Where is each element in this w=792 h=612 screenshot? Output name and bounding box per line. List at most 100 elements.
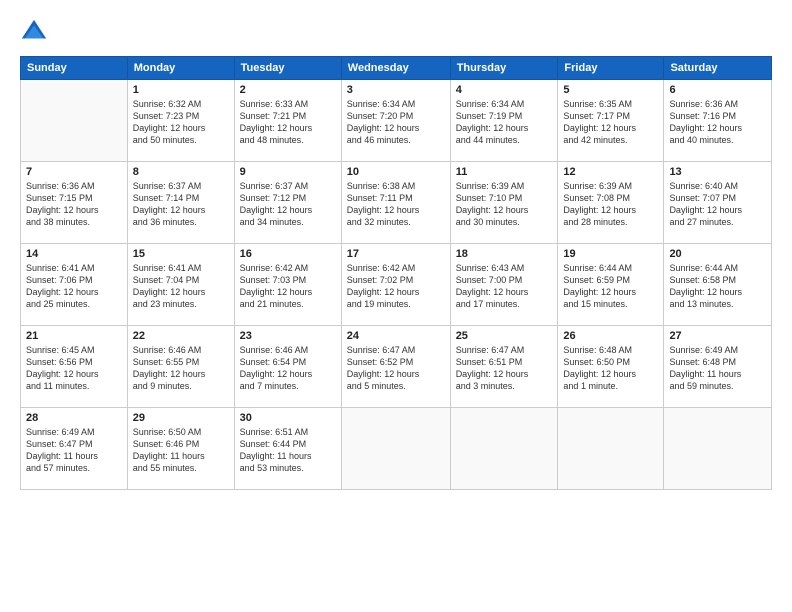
- day-number: 21: [26, 330, 122, 342]
- calendar-cell: [341, 408, 450, 490]
- day-info: Sunrise: 6:51 AM Sunset: 6:44 PM Dayligh…: [240, 426, 336, 475]
- day-number: 18: [456, 248, 553, 260]
- day-number: 10: [347, 166, 445, 178]
- calendar-week-row: 7Sunrise: 6:36 AM Sunset: 7:15 PM Daylig…: [21, 162, 772, 244]
- day-number: 2: [240, 84, 336, 96]
- day-number: 14: [26, 248, 122, 260]
- calendar-body: 1 Sunrise: 6:32 AM Sunset: 7:23 PM Daylig…: [21, 80, 772, 490]
- logo: [20, 18, 52, 46]
- weekday-header-sunday: Sunday: [21, 57, 128, 80]
- calendar-cell: [21, 80, 128, 162]
- day-number: 17: [347, 248, 445, 260]
- weekday-header-monday: Monday: [127, 57, 234, 80]
- calendar-cell: 9 Sunrise: 6:37 AM Sunset: 7:12 PM Daylig…: [234, 162, 341, 244]
- day-number: 20: [669, 248, 766, 260]
- day-info: Sunrise: 6:46 AM Sunset: 6:54 PM Dayligh…: [240, 344, 336, 393]
- day-info: Sunrise: 6:36 AM Sunset: 7:15 PM Dayligh…: [26, 180, 122, 229]
- calendar-cell: 1 Sunrise: 6:32 AM Sunset: 7:23 PM Daylig…: [127, 80, 234, 162]
- day-info: Sunrise: 6:45 AM Sunset: 6:56 PM Dayligh…: [26, 344, 122, 393]
- day-info: Sunrise: 6:42 AM Sunset: 7:03 PM Dayligh…: [240, 262, 336, 311]
- calendar-cell: 29 Sunrise: 6:50 AM Sunset: 6:46 PM Dayli…: [127, 408, 234, 490]
- logo-icon: [20, 18, 48, 46]
- day-info: Sunrise: 6:38 AM Sunset: 7:11 PM Dayligh…: [347, 180, 445, 229]
- day-number: 1: [133, 84, 229, 96]
- calendar-cell: 28 Sunrise: 6:49 AM Sunset: 6:47 PM Dayli…: [21, 408, 128, 490]
- day-info: Sunrise: 6:37 AM Sunset: 7:14 PM Dayligh…: [133, 180, 229, 229]
- calendar-cell: [558, 408, 664, 490]
- calendar-cell: 27 Sunrise: 6:49 AM Sunset: 6:48 PM Dayli…: [664, 326, 772, 408]
- calendar-cell: 11 Sunrise: 6:39 AM Sunset: 7:10 PM Dayli…: [450, 162, 558, 244]
- day-number: 29: [133, 412, 229, 424]
- calendar-cell: [450, 408, 558, 490]
- day-number: 24: [347, 330, 445, 342]
- calendar-cell: 24 Sunrise: 6:47 AM Sunset: 6:52 PM Dayli…: [341, 326, 450, 408]
- day-number: 11: [456, 166, 553, 178]
- calendar-cell: 2Sunrise: 6:33 AM Sunset: 7:21 PM Daylig…: [234, 80, 341, 162]
- calendar-week-row: 1 Sunrise: 6:32 AM Sunset: 7:23 PM Daylig…: [21, 80, 772, 162]
- calendar-cell: 5 Sunrise: 6:35 AM Sunset: 7:17 PM Daylig…: [558, 80, 664, 162]
- weekday-header-thursday: Thursday: [450, 57, 558, 80]
- calendar-cell: 26 Sunrise: 6:48 AM Sunset: 6:50 PM Dayli…: [558, 326, 664, 408]
- calendar-cell: 17Sunrise: 6:42 AM Sunset: 7:02 PM Dayli…: [341, 244, 450, 326]
- day-info: Sunrise: 6:48 AM Sunset: 6:50 PM Dayligh…: [563, 344, 658, 393]
- day-info: Sunrise: 6:41 AM Sunset: 7:04 PM Dayligh…: [133, 262, 229, 311]
- calendar-cell: 3Sunrise: 6:34 AM Sunset: 7:20 PM Daylig…: [341, 80, 450, 162]
- day-info: Sunrise: 6:47 AM Sunset: 6:51 PM Dayligh…: [456, 344, 553, 393]
- day-number: 23: [240, 330, 336, 342]
- calendar-cell: 18Sunrise: 6:43 AM Sunset: 7:00 PM Dayli…: [450, 244, 558, 326]
- calendar-week-row: 21 Sunrise: 6:45 AM Sunset: 6:56 PM Dayli…: [21, 326, 772, 408]
- day-info: Sunrise: 6:39 AM Sunset: 7:08 PM Dayligh…: [563, 180, 658, 229]
- weekday-header-wednesday: Wednesday: [341, 57, 450, 80]
- calendar-cell: 8Sunrise: 6:37 AM Sunset: 7:14 PM Daylig…: [127, 162, 234, 244]
- day-info: Sunrise: 6:41 AM Sunset: 7:06 PM Dayligh…: [26, 262, 122, 311]
- day-number: 28: [26, 412, 122, 424]
- calendar-cell: 12 Sunrise: 6:39 AM Sunset: 7:08 PM Dayli…: [558, 162, 664, 244]
- day-number: 22: [133, 330, 229, 342]
- calendar-cell: 15 Sunrise: 6:41 AM Sunset: 7:04 PM Dayli…: [127, 244, 234, 326]
- calendar-week-row: 28 Sunrise: 6:49 AM Sunset: 6:47 PM Dayli…: [21, 408, 772, 490]
- day-info: Sunrise: 6:39 AM Sunset: 7:10 PM Dayligh…: [456, 180, 553, 229]
- day-number: 12: [563, 166, 658, 178]
- day-number: 13: [669, 166, 766, 178]
- day-info: Sunrise: 6:40 AM Sunset: 7:07 PM Dayligh…: [669, 180, 766, 229]
- calendar-cell: 7Sunrise: 6:36 AM Sunset: 7:15 PM Daylig…: [21, 162, 128, 244]
- day-info: Sunrise: 6:36 AM Sunset: 7:16 PM Dayligh…: [669, 98, 766, 147]
- calendar-cell: 22Sunrise: 6:46 AM Sunset: 6:55 PM Dayli…: [127, 326, 234, 408]
- day-info: Sunrise: 6:50 AM Sunset: 6:46 PM Dayligh…: [133, 426, 229, 475]
- day-number: 9: [240, 166, 336, 178]
- calendar-cell: 21 Sunrise: 6:45 AM Sunset: 6:56 PM Dayli…: [21, 326, 128, 408]
- page: SundayMondayTuesdayWednesdayThursdayFrid…: [0, 0, 792, 612]
- day-number: 30: [240, 412, 336, 424]
- calendar: SundayMondayTuesdayWednesdayThursdayFrid…: [20, 56, 772, 490]
- day-info: Sunrise: 6:32 AM Sunset: 7:23 PM Dayligh…: [133, 98, 229, 147]
- day-number: 3: [347, 84, 445, 96]
- day-number: 26: [563, 330, 658, 342]
- calendar-cell: [664, 408, 772, 490]
- day-info: Sunrise: 6:37 AM Sunset: 7:12 PM Dayligh…: [240, 180, 336, 229]
- calendar-cell: 30 Sunrise: 6:51 AM Sunset: 6:44 PM Dayli…: [234, 408, 341, 490]
- weekday-header-row: SundayMondayTuesdayWednesdayThursdayFrid…: [21, 57, 772, 80]
- day-number: 19: [563, 248, 658, 260]
- day-number: 16: [240, 248, 336, 260]
- day-info: Sunrise: 6:44 AM Sunset: 6:59 PM Dayligh…: [563, 262, 658, 311]
- day-number: 4: [456, 84, 553, 96]
- calendar-cell: 6 Sunrise: 6:36 AM Sunset: 7:16 PM Daylig…: [664, 80, 772, 162]
- day-info: Sunrise: 6:44 AM Sunset: 6:58 PM Dayligh…: [669, 262, 766, 311]
- calendar-cell: 10 Sunrise: 6:38 AM Sunset: 7:11 PM Dayli…: [341, 162, 450, 244]
- day-info: Sunrise: 6:49 AM Sunset: 6:47 PM Dayligh…: [26, 426, 122, 475]
- day-info: Sunrise: 6:34 AM Sunset: 7:19 PM Dayligh…: [456, 98, 553, 147]
- calendar-cell: 20 Sunrise: 6:44 AM Sunset: 6:58 PM Dayli…: [664, 244, 772, 326]
- calendar-week-row: 14 Sunrise: 6:41 AM Sunset: 7:06 PM Dayli…: [21, 244, 772, 326]
- day-number: 5: [563, 84, 658, 96]
- day-info: Sunrise: 6:47 AM Sunset: 6:52 PM Dayligh…: [347, 344, 445, 393]
- day-number: 27: [669, 330, 766, 342]
- day-number: 6: [669, 84, 766, 96]
- weekday-header-friday: Friday: [558, 57, 664, 80]
- day-number: 25: [456, 330, 553, 342]
- calendar-header: SundayMondayTuesdayWednesdayThursdayFrid…: [21, 57, 772, 80]
- calendar-cell: 19 Sunrise: 6:44 AM Sunset: 6:59 PM Dayli…: [558, 244, 664, 326]
- day-info: Sunrise: 6:49 AM Sunset: 6:48 PM Dayligh…: [669, 344, 766, 393]
- day-number: 15: [133, 248, 229, 260]
- weekday-header-saturday: Saturday: [664, 57, 772, 80]
- day-info: Sunrise: 6:35 AM Sunset: 7:17 PM Dayligh…: [563, 98, 658, 147]
